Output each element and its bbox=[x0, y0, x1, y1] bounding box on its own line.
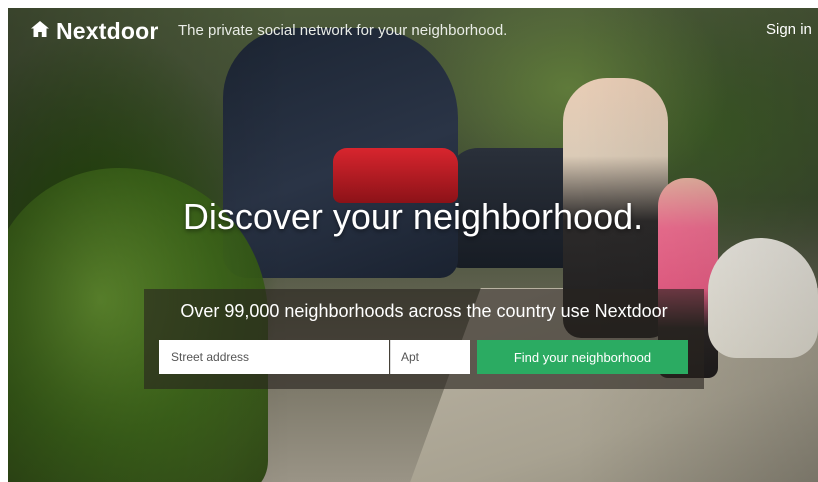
find-neighborhood-button[interactable]: Find your neighborhood bbox=[477, 340, 688, 374]
house-icon bbox=[30, 20, 50, 43]
sign-in-link[interactable]: Sign in bbox=[766, 21, 812, 38]
apt-input[interactable] bbox=[390, 340, 470, 374]
search-panel-title: Over 99,000 neighborhoods across the cou… bbox=[180, 301, 668, 321]
neighborhood-search-panel: Over 99,000 neighborhoods across the cou… bbox=[144, 289, 704, 389]
hero-headline: Discover your neighborhood. bbox=[182, 196, 644, 237]
top-navigation-bar: Nextdoor The private social network for … bbox=[8, 8, 818, 48]
logo-text: Nextdoor bbox=[56, 18, 159, 44]
nextdoor-logo[interactable]: Nextdoor bbox=[30, 18, 159, 45]
tagline: The private social network for your neig… bbox=[178, 22, 508, 39]
hero-background-image: Nextdoor The private social network for … bbox=[8, 8, 818, 482]
image-vignette bbox=[8, 8, 818, 482]
street-address-input[interactable] bbox=[159, 340, 389, 374]
